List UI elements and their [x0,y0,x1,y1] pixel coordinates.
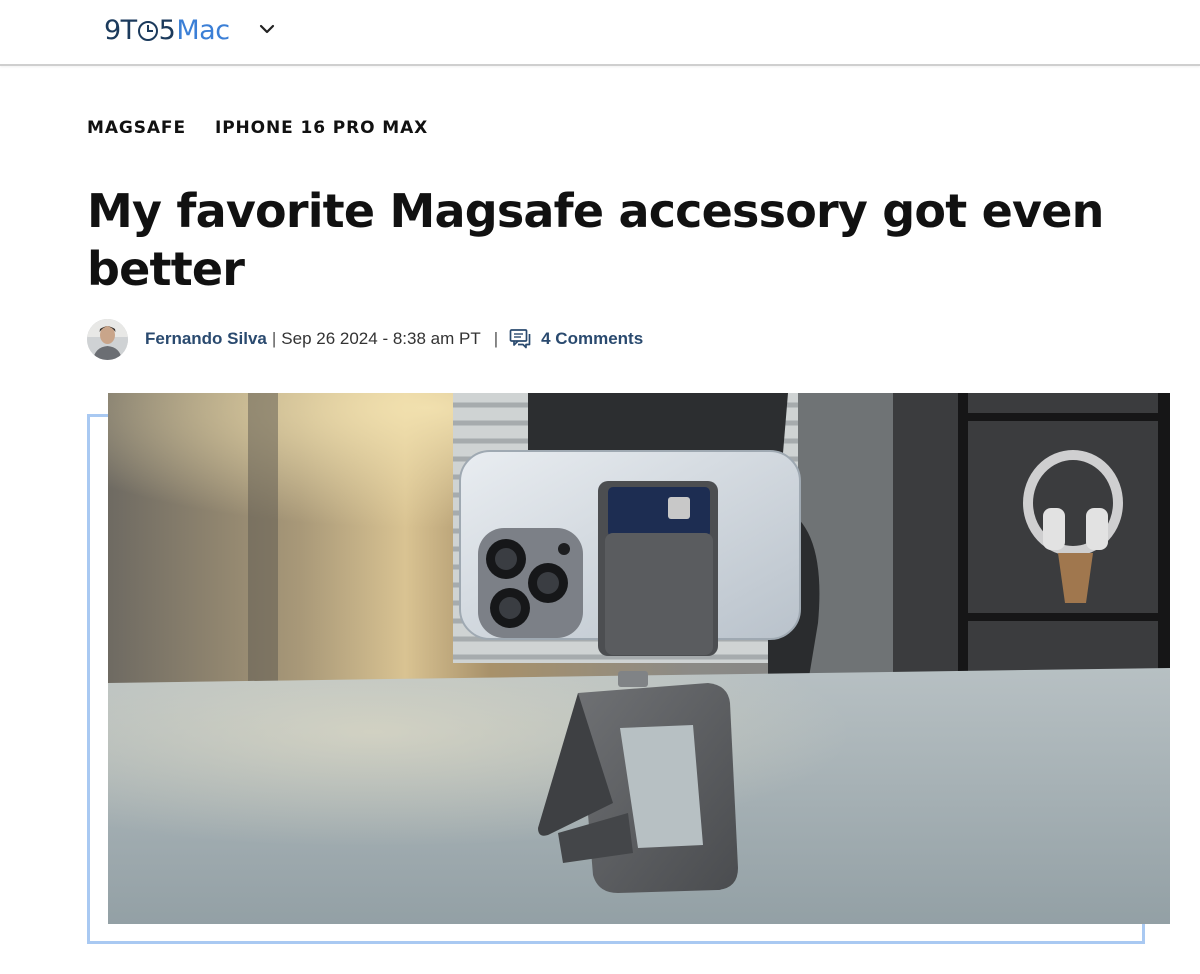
article-tags: MAGSAFE IPHONE 16 PRO MAX [87,118,428,138]
logo-text-mac: Mac [176,14,230,46]
comment-icon[interactable] [509,328,531,350]
article-title: My favorite Magsafe accessory got even b… [87,184,1104,296]
tag-iphone-16-pro-max[interactable]: IPHONE 16 PRO MAX [215,118,428,138]
chevron-down-icon[interactable] [258,18,276,40]
publish-date: Sep 26 2024 - 8:38 am PT [281,329,481,348]
clock-icon [137,21,158,41]
hero-photo [108,393,1170,924]
logo-text-9t: 9T [104,14,137,46]
author-name[interactable]: Fernando Silva [145,329,267,349]
logo-text-5: 5 [158,14,176,46]
site-header: 9T 5 Mac [0,0,1200,66]
hero-image[interactable] [108,393,1170,924]
byline-separator: | [271,329,277,348]
comments-link[interactable]: 4 Comments [541,329,643,349]
author-avatar[interactable] [87,318,128,360]
tag-magsafe[interactable]: MAGSAFE [87,118,186,138]
byline-separator-2: | [493,329,499,348]
site-logo[interactable]: 9T 5 Mac [104,12,230,48]
byline: Fernando Silva | Sep 26 2024 - 8:38 am P… [87,318,643,360]
